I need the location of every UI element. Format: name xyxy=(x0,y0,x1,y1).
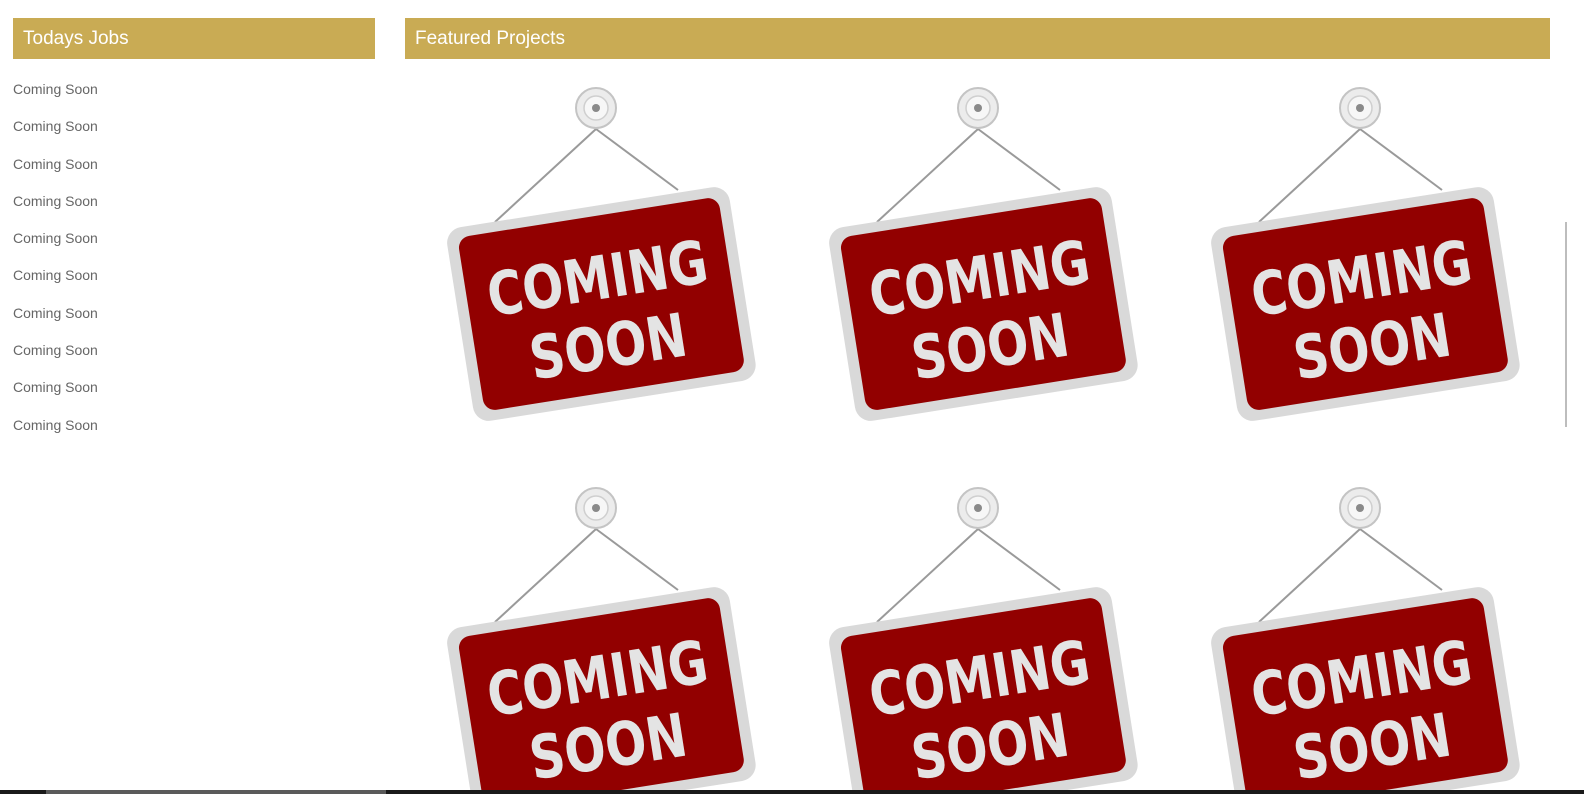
list-item: Coming Soon xyxy=(13,342,375,379)
list-item: Coming Soon xyxy=(13,118,375,155)
scroll-edge xyxy=(1565,222,1567,427)
suction-hook-icon xyxy=(1339,87,1381,129)
coming-soon-sign-icon: COMINGSOON xyxy=(1211,487,1520,802)
job-link[interactable]: Coming Soon xyxy=(13,81,98,97)
project-card[interactable]: COMING SOON xyxy=(1209,487,1529,802)
suction-hook-icon xyxy=(1339,487,1381,529)
featured-projects-header: Featured Projects xyxy=(405,18,1550,59)
project-card[interactable]: COMING SOON xyxy=(1209,87,1529,427)
list-item: Coming Soon xyxy=(13,379,375,416)
list-item: Coming Soon xyxy=(13,193,375,230)
page: Todays Jobs Coming Soon Coming Soon Comi… xyxy=(0,0,1584,802)
jobs-list: Coming Soon Coming Soon Coming Soon Comi… xyxy=(13,59,375,454)
list-item: Coming Soon xyxy=(13,417,375,454)
coming-soon-sign-icon: COMINGSOON xyxy=(829,87,1138,421)
suction-hook-icon xyxy=(957,87,999,129)
suction-hook-icon xyxy=(575,87,617,129)
job-link[interactable]: Coming Soon xyxy=(13,193,98,209)
job-link[interactable]: Coming Soon xyxy=(13,379,98,395)
suction-hook-icon xyxy=(575,487,617,529)
coming-soon-sign-icon: COMINGSOON xyxy=(447,87,756,421)
list-item: Coming Soon xyxy=(13,81,375,118)
project-card[interactable]: COMING SOON xyxy=(827,87,1147,427)
projects-grid: COMING SOON COMING SOON COMING SOON COMING SOON… xyxy=(405,59,1550,802)
coming-soon-sign-icon: COMINGSOON xyxy=(1211,87,1520,421)
job-link[interactable]: Coming Soon xyxy=(13,417,98,433)
todays-jobs-panel: Todays Jobs Coming Soon Coming Soon Comi… xyxy=(13,18,375,454)
job-link[interactable]: Coming Soon xyxy=(13,305,98,321)
list-item: Coming Soon xyxy=(13,267,375,304)
job-link[interactable]: Coming Soon xyxy=(13,156,98,172)
featured-projects-title: Featured Projects xyxy=(415,28,565,49)
job-link[interactable]: Coming Soon xyxy=(13,230,98,246)
coming-soon-sign-icon: COMINGSOON xyxy=(447,487,756,802)
project-card[interactable]: COMING SOON xyxy=(827,487,1147,802)
job-link[interactable]: Coming Soon xyxy=(13,267,98,283)
list-item: Coming Soon xyxy=(13,156,375,193)
project-card[interactable]: COMING SOON xyxy=(445,87,765,427)
project-card[interactable]: COMING SOON xyxy=(445,487,765,802)
featured-projects-panel: Featured Projects COMING SOON COMING SOON CO… xyxy=(405,18,1550,802)
suction-hook-icon xyxy=(957,487,999,529)
todays-jobs-header: Todays Jobs xyxy=(13,18,375,59)
job-link[interactable]: Coming Soon xyxy=(13,118,98,134)
list-item: Coming Soon xyxy=(13,305,375,342)
todays-jobs-title: Todays Jobs xyxy=(23,28,129,49)
coming-soon-sign-icon: COMINGSOON xyxy=(829,487,1138,802)
job-link[interactable]: Coming Soon xyxy=(13,342,98,358)
scrollbar-thumb[interactable] xyxy=(46,790,386,794)
horizontal-scrollbar[interactable] xyxy=(0,790,1584,802)
list-item: Coming Soon xyxy=(13,230,375,267)
